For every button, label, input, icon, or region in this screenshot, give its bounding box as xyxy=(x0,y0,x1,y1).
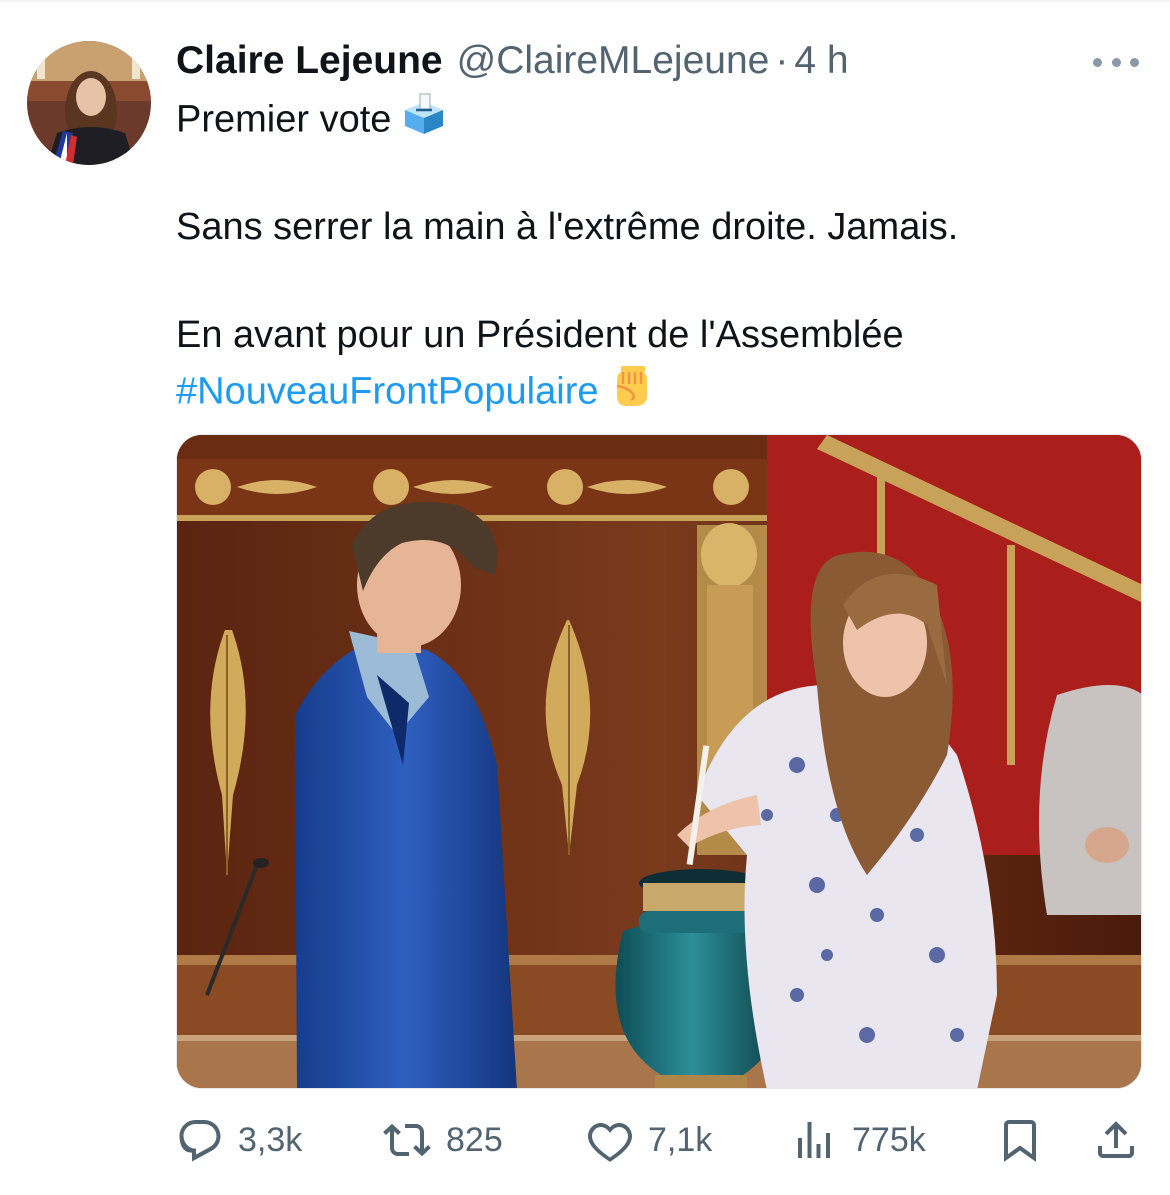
views-button[interactable]: 775k xyxy=(790,1110,926,1170)
author-handle[interactable]: @ClaireMLejeune xyxy=(457,39,770,83)
views-count: 775k xyxy=(852,1120,926,1159)
more-dots-icon xyxy=(1093,57,1102,67)
hashtag-link[interactable]: #NouveauFrontPopulaire xyxy=(176,371,599,413)
tweet-photo[interactable] xyxy=(176,434,1142,1089)
tweet-line-4: #NouveauFrontPopulaire xyxy=(176,362,1136,416)
repost-button[interactable]: 825 xyxy=(382,1110,503,1170)
avatar-photo-icon xyxy=(27,41,151,165)
reply-icon xyxy=(179,1120,221,1162)
reply-count: 3,3k xyxy=(238,1120,303,1159)
reply-button[interactable]: 3,3k xyxy=(176,1110,302,1170)
more-options-button[interactable] xyxy=(1093,52,1139,72)
bookmark-icon xyxy=(1004,1120,1036,1162)
top-divider xyxy=(0,0,1170,2)
timestamp[interactable]: 4 h xyxy=(794,39,848,83)
ballot-box-icon xyxy=(401,92,447,151)
tweet-text: Premier vote Sans serrer la main à l'ext… xyxy=(176,92,1136,416)
heart-icon xyxy=(588,1122,632,1162)
separator-dot: · xyxy=(775,39,789,82)
share-button[interactable] xyxy=(1092,1110,1140,1170)
share-icon xyxy=(1098,1121,1134,1158)
like-button[interactable]: 7,1k xyxy=(586,1110,712,1170)
tweet-line-3: En avant pour un Président de l'Assemblé… xyxy=(176,314,904,356)
views-icon xyxy=(798,1122,830,1158)
like-count: 7,1k xyxy=(648,1120,713,1159)
photo-vote-assemblee-icon xyxy=(177,435,1141,1088)
bookmark-button[interactable] xyxy=(996,1110,1044,1170)
author-display-name[interactable]: Claire Lejeune xyxy=(176,39,443,83)
raised-fist-icon xyxy=(609,362,653,425)
repost-count: 825 xyxy=(446,1120,503,1159)
tweet-line-2: Sans serrer la main à l'extrême droite. … xyxy=(176,206,959,248)
avatar[interactable] xyxy=(27,41,151,165)
tweet-header: Claire Lejeune @ClaireMLejeune · 4 h xyxy=(176,38,849,84)
repost-icon xyxy=(383,1123,431,1157)
tweet-line-1: Premier vote xyxy=(176,92,1136,146)
tweet-actions: 3,3k 825 7,1k 775k xyxy=(176,1110,1142,1170)
